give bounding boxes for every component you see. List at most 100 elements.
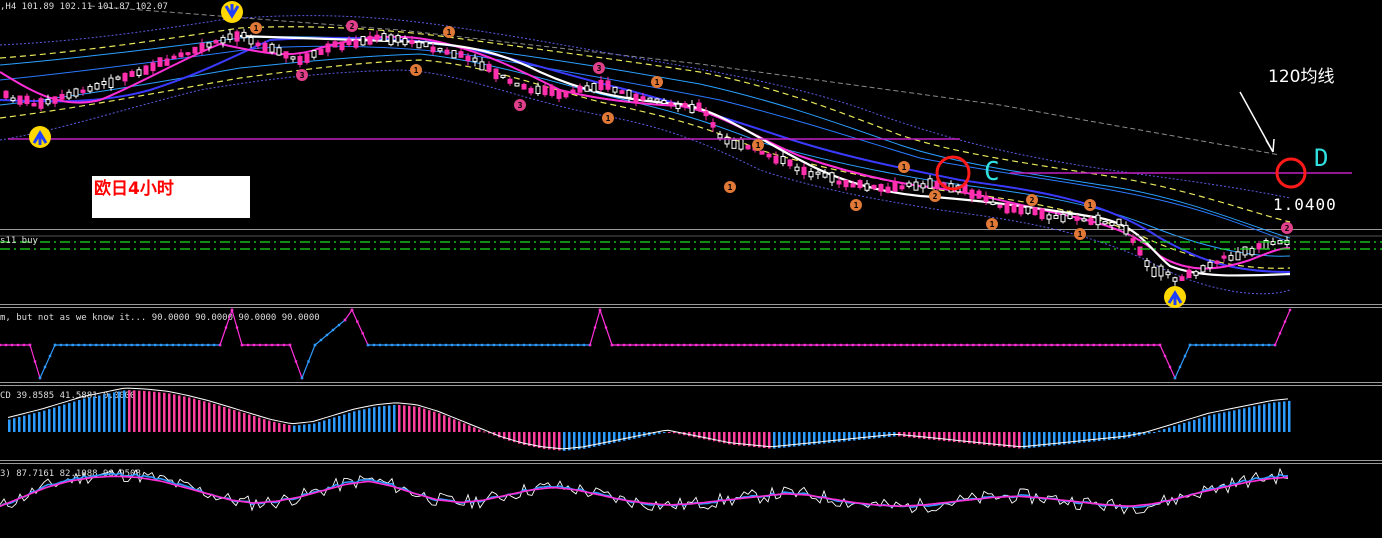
candle-body [808, 171, 814, 178]
macd-bar [853, 432, 856, 441]
candle-body [360, 35, 366, 46]
candle-body [871, 184, 877, 189]
candle-body [227, 33, 233, 40]
osc-dot [1183, 354, 1187, 358]
osc-dot [1168, 365, 1172, 369]
macd-bar [1243, 408, 1246, 432]
osc-dot [1278, 332, 1282, 335]
osc-dot [456, 343, 460, 347]
candle-body [829, 172, 835, 183]
candle-body [332, 41, 338, 48]
macd-bar [658, 432, 661, 434]
osc-dot [343, 318, 347, 322]
candle-body [983, 195, 989, 202]
candle-body [682, 103, 688, 108]
osc-dot [282, 343, 286, 347]
macd-bar [448, 417, 451, 432]
candle-body [1165, 271, 1171, 276]
osc-dot [165, 343, 169, 347]
osc-dot [258, 343, 262, 347]
macd-bar [1148, 432, 1151, 434]
badge-number: 3 [300, 71, 305, 80]
macd-bar [98, 395, 101, 432]
candle-body [1242, 246, 1248, 256]
candle-body [164, 58, 170, 66]
wave-badge: 1 [986, 218, 998, 230]
candle-body [577, 85, 583, 93]
ma120-note: 120均线 [1268, 67, 1334, 87]
macd-bar [283, 423, 286, 432]
osc-dot [402, 343, 406, 347]
osc-dot [671, 343, 674, 347]
osc-dot [1249, 343, 1252, 347]
osc-dot [10, 343, 14, 347]
osc-dot [658, 343, 662, 347]
candle-body [325, 43, 331, 53]
candle-body [927, 178, 933, 189]
osc-dot [1062, 343, 1065, 347]
macd-bar [53, 407, 56, 432]
candle-body [1032, 207, 1038, 216]
osc-dot [65, 343, 68, 347]
macd-bar [358, 410, 361, 432]
wave-badge: 3 [296, 69, 308, 81]
osc-dot [689, 343, 692, 347]
macd-bar [13, 418, 16, 432]
osc-dot [576, 343, 580, 347]
macd-bar [378, 406, 381, 432]
osc-dot [504, 343, 508, 347]
osc-dot [731, 343, 734, 347]
macd-bar [1193, 419, 1196, 432]
candle-body [969, 189, 975, 199]
candle-body [535, 85, 541, 95]
osc-dot [1178, 365, 1182, 369]
macd-bar [113, 392, 116, 432]
macd-bar [438, 413, 441, 432]
macd-bar [443, 415, 446, 432]
osc-dot [719, 343, 722, 347]
macd-bar [1223, 412, 1226, 432]
macd-bar [153, 391, 156, 432]
candle-body [990, 201, 996, 205]
osc-dot [1128, 343, 1132, 347]
macd-bar [58, 406, 61, 432]
macd-bar [1273, 402, 1276, 432]
osc-dot [426, 343, 430, 347]
osc-dot [201, 343, 204, 347]
yellow-down-arrow-icon [221, 1, 243, 23]
candle-body [472, 57, 478, 62]
osc-dot [1173, 376, 1177, 380]
osc-dot [498, 343, 502, 347]
candle-body [1095, 214, 1101, 226]
candle-body [514, 82, 520, 87]
osc-dot [899, 343, 903, 347]
osc-dot [652, 343, 656, 347]
candle-body [731, 139, 737, 149]
candle-body [374, 34, 380, 41]
osc-dot [791, 343, 794, 347]
osc-dot [960, 343, 963, 347]
macd-bar [133, 390, 136, 432]
candle-body [563, 90, 569, 98]
candle-body [143, 65, 149, 75]
candle-body [1053, 214, 1059, 219]
candle-body [794, 166, 800, 172]
osc-dot [89, 343, 92, 347]
badge-number: 1 [756, 141, 761, 150]
macd-bar [393, 404, 396, 432]
macd-bar [1238, 409, 1241, 432]
osc-dot [598, 308, 602, 312]
macd-bar [228, 408, 231, 432]
osc-dot [1188, 343, 1192, 347]
macd-bar [1188, 421, 1191, 432]
macd-bar [693, 432, 696, 438]
price-level-label: 1.0400 [1273, 195, 1337, 214]
candle-body [759, 150, 765, 155]
macd-bar [138, 390, 141, 432]
macd-bar [68, 403, 71, 432]
osc-dot [564, 343, 568, 347]
osc-dot [863, 343, 867, 347]
candle-body [423, 41, 429, 48]
candle-body [1025, 206, 1031, 214]
candle-body [1172, 277, 1178, 282]
